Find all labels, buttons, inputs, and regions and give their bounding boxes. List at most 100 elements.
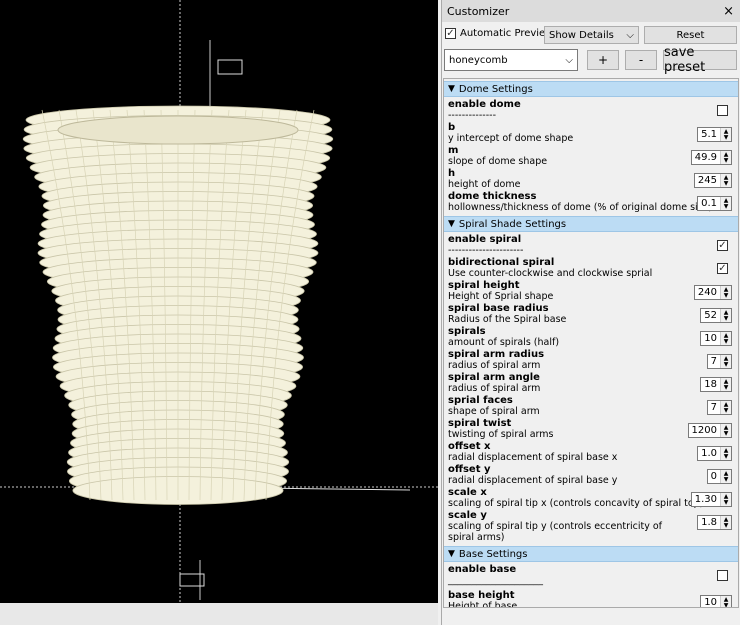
3d-viewport[interactable] bbox=[0, 0, 438, 603]
spiral-arm-angle-spinbox[interactable]: 18 ▲ ▼ bbox=[700, 377, 732, 392]
spin-value[interactable]: 7 bbox=[708, 401, 720, 414]
spin-arrows-icon[interactable]: ▲ ▼ bbox=[720, 309, 731, 322]
b-spinbox[interactable]: 5.1 ▲ ▼ bbox=[697, 127, 732, 142]
param-scale-x: scale x scaling of spiral tip x (controls… bbox=[444, 487, 738, 510]
spiral-twist-spinbox[interactable]: 1200 ▲ ▼ bbox=[687, 423, 732, 438]
m-spinbox[interactable]: 49.9 ▲ ▼ bbox=[690, 150, 732, 165]
spin-value[interactable]: 10 bbox=[701, 596, 720, 607]
spin-arrows-icon[interactable]: ▲ ▼ bbox=[720, 174, 731, 187]
spin-value[interactable]: 1200 bbox=[689, 424, 720, 437]
param-sprial-faces: sprial faces shape of spiral arm 7 ▲ ▼ bbox=[444, 395, 738, 418]
preset-dropdown[interactable]: honeycomb ⌵ bbox=[444, 49, 578, 71]
reset-button[interactable]: Reset bbox=[644, 26, 737, 44]
spin-value[interactable]: 1.30 bbox=[692, 493, 720, 506]
spin-arrows-icon[interactable]: ▲ ▼ bbox=[720, 470, 731, 483]
save-preset-button[interactable]: save preset bbox=[663, 45, 737, 75]
param-description: Height of base bbox=[448, 601, 518, 608]
viewport-status-bar bbox=[0, 603, 438, 625]
enable-base-checkbox[interactable] bbox=[717, 570, 728, 581]
spin-arrows-icon[interactable]: ▲ ▼ bbox=[720, 378, 731, 391]
tower-group bbox=[22, 105, 334, 505]
spin-arrows-icon[interactable]: ▲ ▼ bbox=[720, 424, 731, 437]
customizer-titlebar: Customizer × bbox=[442, 0, 740, 22]
spin-value[interactable]: 52 bbox=[701, 309, 720, 322]
offset-x-spinbox[interactable]: 1.0 ▲ ▼ bbox=[697, 446, 732, 461]
automatic-preview-checkbox[interactable]: ✓ Automatic Preview bbox=[445, 28, 553, 39]
spin-arrows-icon[interactable]: ▲ ▼ bbox=[720, 355, 731, 368]
spin-value[interactable]: 240 bbox=[695, 286, 720, 299]
param-description: hollowness/thickness of dome (% of origi… bbox=[448, 202, 713, 213]
spin-arrows-icon[interactable]: ▲ ▼ bbox=[720, 596, 731, 607]
spin-value[interactable]: 0.1 bbox=[698, 197, 720, 210]
param-name: base height bbox=[448, 590, 515, 601]
param-name: bidirectional spiral bbox=[448, 257, 555, 268]
param-name: offset x bbox=[448, 441, 491, 452]
spin-value[interactable]: 18 bbox=[701, 378, 720, 391]
base-height-spinbox[interactable]: 10 ▲ ▼ bbox=[700, 595, 732, 607]
scale-x-spinbox[interactable]: 1.30 ▲ ▼ bbox=[690, 492, 732, 507]
param-offset-y: offset y radial displacement of spiral ba… bbox=[444, 464, 738, 487]
spiral-height-spinbox[interactable]: 240 ▲ ▼ bbox=[693, 285, 732, 300]
spin-arrows-icon[interactable]: ▲ ▼ bbox=[720, 447, 731, 460]
h-spinbox[interactable]: 245 ▲ ▼ bbox=[693, 173, 732, 188]
spin-arrows-icon[interactable]: ▲ ▼ bbox=[720, 493, 731, 506]
spin-arrows-icon[interactable]: ▲ ▼ bbox=[720, 128, 731, 141]
param-spiral-height: spiral height Height of Sprial shape 240 ▲ ▼ bbox=[444, 280, 738, 303]
group-title: Base Settings bbox=[458, 548, 528, 560]
spiral-arm-radius-spinbox[interactable]: 7 ▲ ▼ bbox=[706, 354, 732, 369]
spirals-spinbox[interactable]: 10 ▲ ▼ bbox=[700, 331, 732, 346]
spin-arrows-icon[interactable]: ▲ ▼ bbox=[720, 286, 731, 299]
spiral-base-radius-spinbox[interactable]: 52 ▲ ▼ bbox=[700, 308, 732, 323]
triangle-down-icon: ▼ bbox=[448, 549, 455, 559]
checkbox-icon: ✓ bbox=[445, 27, 456, 39]
automatic-preview-label: Automatic Preview bbox=[460, 28, 554, 39]
spin-value[interactable]: 7 bbox=[708, 355, 720, 368]
add-preset-button[interactable]: + bbox=[587, 50, 619, 70]
spin-value[interactable]: 245 bbox=[695, 174, 720, 187]
remove-preset-button[interactable]: - bbox=[625, 50, 657, 70]
group-title: Spiral Shade Settings bbox=[458, 218, 567, 230]
spin-arrows-icon[interactable]: ▲ ▼ bbox=[720, 516, 731, 529]
spiral-shade-model bbox=[0, 0, 438, 603]
param-scale-y: scale y scaling of spiral tip y (controls… bbox=[444, 510, 738, 544]
spin-value[interactable]: 5.1 bbox=[698, 128, 720, 141]
param-name: sprial faces bbox=[448, 395, 513, 406]
offset-y-spinbox[interactable]: 0 ▲ ▼ bbox=[706, 469, 732, 484]
param-name: b bbox=[448, 122, 456, 133]
spin-value[interactable]: 10 bbox=[701, 332, 720, 345]
param-description: ---------------------- bbox=[448, 245, 524, 256]
enable-dome-checkbox[interactable] bbox=[717, 105, 728, 116]
spin-arrows-icon[interactable]: ▲ ▼ bbox=[720, 151, 731, 164]
triangle-down-icon: ▼ bbox=[448, 219, 455, 229]
param-description: radius of spiral arm bbox=[448, 383, 541, 394]
spin-arrows-icon[interactable]: ▲ ▼ bbox=[720, 197, 731, 210]
param-description: radius of spiral arm bbox=[448, 360, 541, 371]
param-description: amount of spirals (half) bbox=[448, 337, 560, 348]
spin-value[interactable]: 1.8 bbox=[698, 516, 720, 529]
param-description: -------------- bbox=[448, 110, 496, 121]
spin-value[interactable]: 49.9 bbox=[692, 151, 720, 164]
group-header-dome-settings[interactable]: ▼ Dome Settings bbox=[444, 81, 738, 97]
param-enable-dome: enable dome -------------- bbox=[444, 99, 738, 122]
param-offset-x: offset x radial displacement of spiral ba… bbox=[444, 441, 738, 464]
spin-value[interactable]: 1.0 bbox=[698, 447, 720, 460]
group-header-base-settings[interactable]: ▼ Base Settings bbox=[444, 546, 738, 562]
spin-arrows-icon[interactable]: ▲ ▼ bbox=[720, 401, 731, 414]
param-description: shape of spiral arm bbox=[448, 406, 540, 417]
enable-spiral-checkbox[interactable]: ✓ bbox=[717, 240, 728, 251]
bidirectional-spiral-checkbox[interactable]: ✓ bbox=[717, 263, 728, 274]
customizer-title: Customizer bbox=[447, 4, 510, 18]
details-dropdown[interactable]: Show Details ⌵ bbox=[544, 26, 639, 44]
param-description: y intercept of dome shape bbox=[448, 133, 574, 144]
param-base-height: base height Height of base 10 ▲ ▼ bbox=[444, 590, 738, 608]
scale-y-spinbox[interactable]: 1.8 ▲ ▼ bbox=[697, 515, 732, 530]
chevron-down-icon: ⌵ bbox=[626, 29, 634, 41]
preset-value: honeycomb bbox=[449, 54, 508, 66]
group-title: Dome Settings bbox=[458, 83, 533, 95]
sprial-faces-spinbox[interactable]: 7 ▲ ▼ bbox=[706, 400, 732, 415]
spin-arrows-icon[interactable]: ▲ ▼ bbox=[720, 332, 731, 345]
close-icon[interactable]: × bbox=[723, 4, 734, 19]
group-header-spiral-shade-settings[interactable]: ▼ Spiral Shade Settings bbox=[444, 216, 738, 232]
spin-value[interactable]: 0 bbox=[708, 470, 720, 483]
dome-thickness-spinbox[interactable]: 0.1 ▲ ▼ bbox=[697, 196, 732, 211]
